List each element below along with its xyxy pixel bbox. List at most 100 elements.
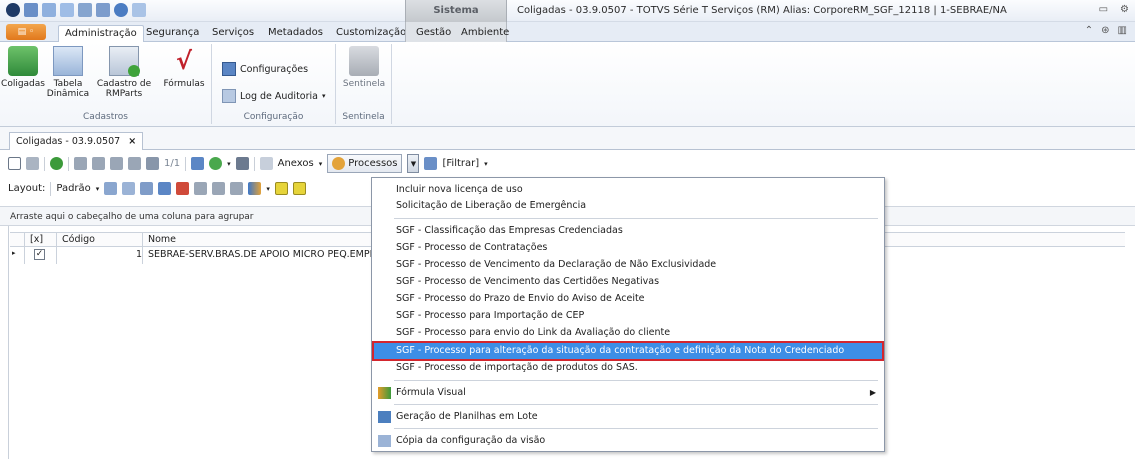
chevron-down-icon: ▼: [410, 159, 417, 168]
refresh-icon[interactable]: [50, 157, 63, 170]
tab-ambiente[interactable]: Ambiente: [455, 25, 515, 42]
chevron-down-icon[interactable]: ▾: [266, 185, 270, 193]
first-record-icon[interactable]: [74, 157, 87, 170]
menu-item-sgf-vencimento-certidoes[interactable]: SGF - Processo de Vencimento das Certidõ…: [374, 274, 882, 290]
menu-item-sgf-alteracao-situacao[interactable]: SGF - Processo para alteração da situaçã…: [372, 341, 884, 361]
menu-item-sgf-vencimento-declaracao[interactable]: SGF - Processo de Vencimento da Declaraç…: [374, 257, 882, 273]
grid-view-icon[interactable]: [191, 157, 205, 170]
anexos-button[interactable]: Anexos: [278, 158, 314, 169]
menu-separator: [394, 428, 878, 429]
tools-icon[interactable]: [96, 3, 110, 17]
tab-administracao[interactable]: Administração: [58, 25, 144, 42]
layout-toggle-2-icon[interactable]: [292, 182, 306, 195]
menu-item-sgf-contratacoes[interactable]: SGF - Processo de Contratações: [374, 240, 882, 256]
previous-record-icon[interactable]: [92, 157, 105, 170]
new-record-icon[interactable]: [8, 157, 21, 170]
layout-sort-icon[interactable]: [212, 182, 226, 195]
menu-item-incluir-licenca[interactable]: Incluir nova licença de uso: [374, 182, 882, 198]
tab-metadados[interactable]: Metadados: [262, 25, 329, 42]
attachment-icon[interactable]: [259, 157, 273, 170]
application-menu-button[interactable]: ▤ ◦: [6, 24, 46, 40]
window-icon[interactable]: [42, 3, 56, 17]
menu-item-sgf-classificacao[interactable]: SGF - Classificação das Empresas Credenc…: [374, 223, 882, 239]
refresh-icon[interactable]: [24, 3, 38, 17]
layout-up-icon[interactable]: [176, 182, 190, 195]
quick-access-toolbar: [6, 3, 146, 17]
configuracoes-button[interactable]: Configurações: [222, 62, 308, 76]
processos-button[interactable]: Processos: [327, 154, 403, 173]
cadastro-rmparts-button[interactable]: Cadastro de RMParts: [94, 46, 154, 99]
tab-servicos[interactable]: Serviços: [206, 25, 260, 42]
options-icon[interactable]: ▥: [1118, 25, 1127, 36]
new-window-icon[interactable]: [60, 3, 74, 17]
next-record-icon[interactable]: [110, 157, 123, 170]
edit-record-icon[interactable]: [26, 157, 39, 170]
formulas-button[interactable]: √ Fórmulas: [160, 46, 208, 89]
group-label-configuracao: Configuração: [243, 112, 304, 122]
menu-item-formula-visual[interactable]: Fórmula Visual ▶: [374, 385, 882, 401]
menu-item-solicitacao-liberacao[interactable]: Solicitação de Liberação de Emergência: [374, 198, 882, 214]
tab-gestao[interactable]: Gestão: [410, 25, 457, 42]
toolbar-separator: [68, 156, 69, 171]
menu-item-geracao-planilhas[interactable]: Geração de Planilhas em Lote: [374, 409, 882, 425]
settings-icon[interactable]: ⚙: [1120, 4, 1129, 15]
chevron-down-icon[interactable]: ▾: [96, 185, 100, 193]
chevron-down-icon[interactable]: ▾: [319, 160, 323, 168]
group-configuracao: Configurações Log de Auditoria ▾ Configu…: [212, 44, 336, 124]
ribbon-tab-row: ▤ ◦ Administração Segurança Serviços Met…: [0, 22, 1135, 42]
layout-grid-icon[interactable]: [140, 182, 154, 195]
chart-icon[interactable]: [248, 182, 262, 195]
chevron-down-icon[interactable]: ▾: [227, 160, 231, 168]
column-header-select[interactable]: [x]: [30, 234, 43, 245]
cascade-icon[interactable]: [78, 3, 92, 17]
help-icon[interactable]: ⊛: [1101, 25, 1109, 36]
sentinel-icon: [349, 46, 379, 76]
search-icon[interactable]: [146, 157, 159, 170]
menu-item-sgf-importacao-cep[interactable]: SGF - Processo para Importação de CEP: [374, 308, 882, 324]
globe-icon[interactable]: [114, 3, 128, 17]
tab-customizacao[interactable]: Customização: [330, 25, 412, 42]
print-icon[interactable]: [235, 157, 249, 170]
layout-filter-icon[interactable]: [194, 182, 208, 195]
layout-save-icon[interactable]: [104, 182, 118, 195]
log-auditoria-button[interactable]: Log de Auditoria ▾: [222, 89, 326, 103]
app-logo-icon[interactable]: [6, 3, 20, 17]
processos-dropdown-button[interactable]: ▼: [407, 154, 420, 173]
row-checkbox[interactable]: ✓: [34, 249, 45, 260]
menu-item-sgf-importacao-produtos[interactable]: SGF - Processo de importação de produtos…: [374, 360, 882, 376]
copy-icon[interactable]: [132, 3, 146, 17]
document-tab-coligadas[interactable]: Coligadas - 03.9.0507 ×: [9, 132, 144, 150]
coligadas-button[interactable]: Coligadas: [1, 46, 45, 89]
grid-left-border: [8, 226, 9, 459]
run-icon[interactable]: [209, 157, 223, 170]
layout-toggle-icon[interactable]: [274, 182, 288, 195]
pager-indicator: 1/1: [164, 158, 181, 169]
ribbon-help-area: ⌃ ⊛ ▥: [1085, 25, 1127, 36]
chevron-down-icon[interactable]: ▾: [484, 160, 488, 168]
tab-seguranca[interactable]: Segurança: [140, 25, 205, 42]
last-record-icon[interactable]: [128, 157, 141, 170]
minimize-icon[interactable]: ▭: [1099, 4, 1108, 15]
menu-separator: [394, 404, 878, 405]
layout-export-icon[interactable]: [158, 182, 172, 195]
add-window-icon: [109, 46, 140, 77]
group-label-sentinela: Sentinela: [342, 112, 385, 122]
menu-item-sgf-link-avaliacao[interactable]: SGF - Processo para envio do Link da Ava…: [374, 325, 882, 341]
layout-columns-icon[interactable]: [122, 182, 136, 195]
menu-item-sgf-prazo-aviso[interactable]: SGF - Processo do Prazo de Envio do Avis…: [374, 291, 882, 307]
sentinela-button[interactable]: Sentinela: [342, 46, 386, 89]
toolbar-separator: [253, 156, 255, 171]
collapse-ribbon-icon[interactable]: ⌃: [1085, 25, 1093, 36]
formula-visual-icon: [378, 387, 391, 399]
filter-icon[interactable]: [424, 157, 438, 170]
menu-item-copia-configuracao[interactable]: Cópia da configuração da visão: [374, 433, 882, 449]
layout-edit-icon[interactable]: [230, 182, 244, 195]
filtrar-button[interactable]: [Filtrar]: [442, 158, 479, 169]
settings-window-icon: [222, 62, 236, 76]
toolbar-separator: [185, 156, 187, 171]
column-header-nome[interactable]: Nome: [148, 234, 176, 245]
column-header-codigo[interactable]: Código: [62, 234, 95, 245]
layout-select[interactable]: Padrão: [56, 183, 90, 194]
tabela-dinamica-button[interactable]: Tabela Dinâmica: [46, 46, 90, 99]
close-icon[interactable]: ×: [128, 134, 136, 150]
